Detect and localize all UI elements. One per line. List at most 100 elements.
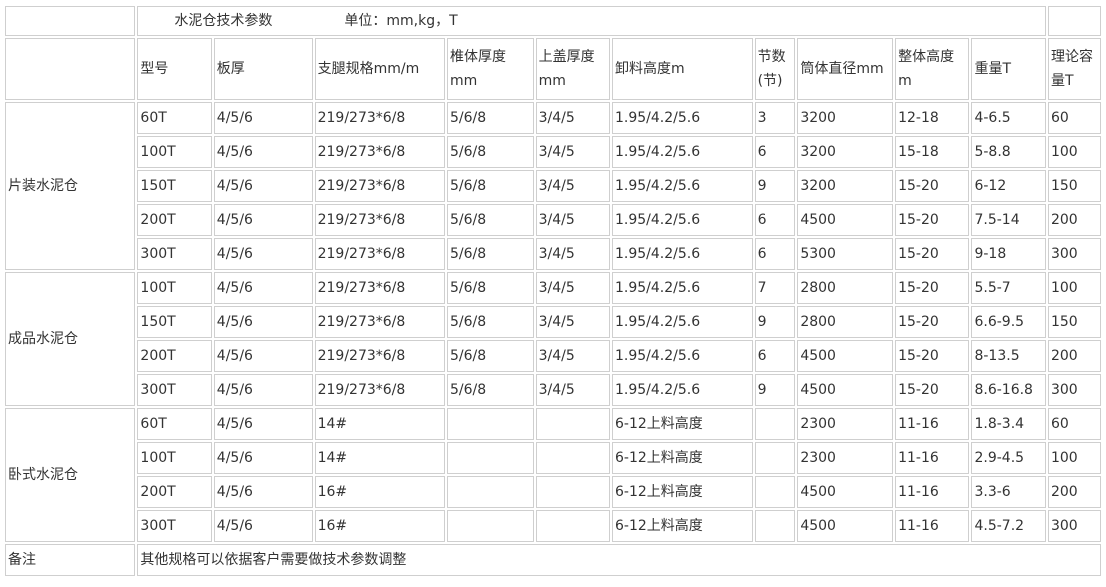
table-cell: 60 [1047, 102, 1101, 134]
table-cell: 11-16 [895, 476, 970, 508]
table-cell: 2800 [797, 306, 894, 338]
table-cell: 6 [754, 238, 796, 270]
table-row: 卧式水泥仓 60T 4/5/6 14# 6-12上料高度 2300 11-16 1.8-3.4… [5, 408, 1101, 542]
table-cell: 4500 [797, 510, 894, 542]
table-cell: 200T [137, 476, 212, 508]
table-cell: 15-20 [895, 272, 970, 304]
table-cell: 100T [137, 136, 212, 168]
table-row: 300T 4/5/6 219/273*6/8 5/6/8 3/4/5 1.95/4.2/5… [5, 238, 1101, 270]
column-header: 上盖厚度mm [535, 38, 610, 100]
table-cell: 4/5/6 [213, 374, 313, 406]
title-row: 水泥仓技术参数 单位：mm,kg，T [5, 6, 1101, 36]
table-cell: 11-16 [895, 408, 970, 440]
table-cell: 200 [1047, 340, 1101, 372]
table-cell: 4-6.5 [971, 102, 1046, 134]
table-cell: 4500 [797, 340, 894, 372]
table-cell: 5/6/8 [447, 238, 534, 270]
table-cell: 4/5/6 [213, 102, 313, 134]
column-header: 筒体直径mm [797, 38, 894, 100]
table-cell: 219/273*6/8 [314, 238, 446, 270]
table-cell: 1.95/4.2/5.6 [611, 238, 753, 270]
table-cell: 4/5/6 [213, 272, 313, 304]
table-cell: 15-20 [895, 340, 970, 372]
table-cell: 7 [754, 272, 796, 304]
column-header: 整体高度m [895, 38, 970, 100]
table-row: 150T 4/5/6 219/273*6/8 5/6/8 3/4/5 1.95/4.2/5… [5, 170, 1101, 202]
table-cell: 5/6/8 [447, 306, 534, 338]
table-cell: 200 [1047, 204, 1101, 236]
table-cell: 4/5/6 [213, 204, 313, 236]
table-row: 200T 4/5/6 16# 6-12上料高度 4500 11-16 3.3-6 200 [5, 476, 1101, 508]
table-cell: 5/6/8 [447, 340, 534, 372]
table-cell [535, 408, 610, 440]
column-header: 卸料高度m [611, 38, 753, 100]
table-cell: 15-20 [895, 374, 970, 406]
table-cell: 60T [137, 102, 212, 134]
column-header: 节数(节) [754, 38, 796, 100]
table-cell: 6 [754, 136, 796, 168]
table-cell: 15-20 [895, 238, 970, 270]
table-row: 成品水泥仓 100T 4/5/6 219/273*6/8 5/6/8 3/4/5 1.95/… [5, 272, 1101, 406]
table-cell: 3/4/5 [535, 272, 610, 304]
table-cell: 3/4/5 [535, 170, 610, 202]
table-cell: 219/273*6/8 [314, 102, 446, 134]
table-cell: 6-12上料高度 [611, 408, 753, 440]
title-end-cell [1047, 6, 1101, 36]
table-cell: 6-12上料高度 [611, 442, 753, 474]
table-cell: 2800 [797, 272, 894, 304]
table-cell: 1.95/4.2/5.6 [611, 136, 753, 168]
table-cell: 11-16 [895, 510, 970, 542]
remark-label: 备注 [5, 544, 136, 576]
table-cell: 4500 [797, 374, 894, 406]
table-cell: 4/5/6 [213, 442, 313, 474]
table-cell: 219/273*6/8 [314, 374, 446, 406]
table-cell: 3.3-6 [971, 476, 1046, 508]
table-cell: 300T [137, 238, 212, 270]
table-row: 200T 4/5/6 219/273*6/8 5/6/8 3/4/5 1.95/4.2/5… [5, 340, 1101, 372]
table-cell: 200T [137, 340, 212, 372]
table-cell: 300 [1047, 374, 1101, 406]
table-cell: 219/273*6/8 [314, 204, 446, 236]
table-cell: 15-20 [895, 306, 970, 338]
table-cell: 4/5/6 [213, 340, 313, 372]
table-cell: 4/5/6 [213, 238, 313, 270]
header-row: 型号 板厚 支腿规格mm/m 椎体厚度mm 上盖厚度mm 卸料高度m 节数(节) 筒体直径mm… [5, 38, 1101, 100]
table-cell: 219/273*6/8 [314, 340, 446, 372]
table-cell: 3200 [797, 102, 894, 134]
table-cell: 6 [754, 204, 796, 236]
table-cell: 150T [137, 306, 212, 338]
table-cell: 3/4/5 [535, 374, 610, 406]
table-cell: 219/273*6/8 [314, 170, 446, 202]
table-cell: 15-18 [895, 136, 970, 168]
table-cell [754, 510, 796, 542]
table-body: 水泥仓技术参数 单位：mm,kg，T 型号 板厚 支腿规格mm/m 椎体厚度mm 上盖厚度… [5, 6, 1101, 576]
column-header: 板厚 [213, 38, 313, 100]
remark-row: 备注 其他规格可以依据客户需要做技术参数调整 [5, 544, 1101, 576]
column-header: 支腿规格mm/m [314, 38, 446, 100]
table-cell: 4/5/6 [213, 476, 313, 508]
table-title-cell: 水泥仓技术参数 单位：mm,kg，T [137, 6, 1046, 36]
table-cell: 4/5/6 [213, 170, 313, 202]
table-cell: 4/5/6 [213, 510, 313, 542]
table-cell [535, 442, 610, 474]
table-cell: 2300 [797, 442, 894, 474]
table-cell: 6 [754, 340, 796, 372]
table-cell: 4.5-7.2 [971, 510, 1046, 542]
table-title: 水泥仓技术参数 [174, 13, 273, 29]
table-cell: 100 [1047, 442, 1101, 474]
table-cell: 9-18 [971, 238, 1046, 270]
table-cell: 5/6/8 [447, 136, 534, 168]
table-cell: 1.8-3.4 [971, 408, 1046, 440]
table-cell: 1.95/4.2/5.6 [611, 102, 753, 134]
table-cell: 9 [754, 170, 796, 202]
table-cell: 2.9-4.5 [971, 442, 1046, 474]
table-cell: 300 [1047, 238, 1101, 270]
table-cell: 200 [1047, 476, 1101, 508]
table-row: 300T 4/5/6 16# 6-12上料高度 4500 11-16 4.5-7.2 300 [5, 510, 1101, 542]
table-cell: 1.95/4.2/5.6 [611, 374, 753, 406]
table-cell: 16# [314, 510, 446, 542]
table-row: 100T 4/5/6 219/273*6/8 5/6/8 3/4/5 1.95/4.2/5… [5, 136, 1101, 168]
table-row: 100T 4/5/6 14# 6-12上料高度 2300 11-16 2.9-4.5 100 [5, 442, 1101, 474]
table-cell: 3/4/5 [535, 340, 610, 372]
table-cell: 3/4/5 [535, 238, 610, 270]
